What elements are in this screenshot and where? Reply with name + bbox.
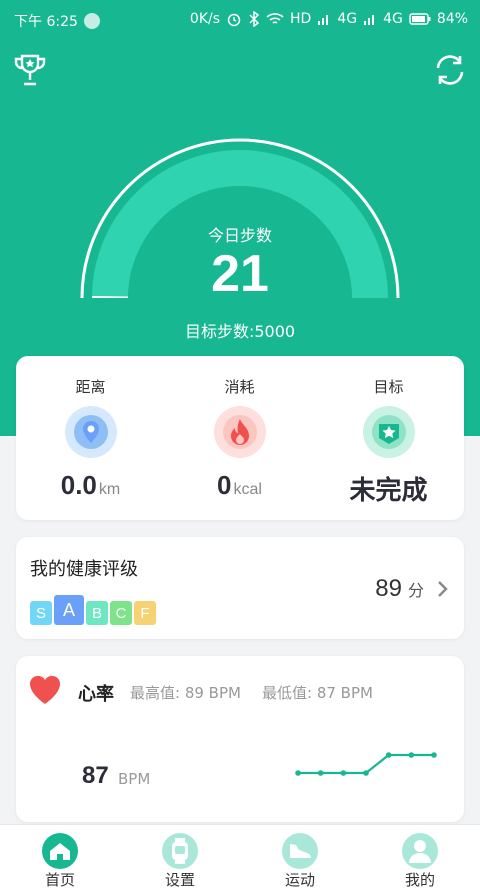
heart-rate-point: [340, 770, 347, 776]
daily-stats-card: 距离 0.0 km 消耗 0 kcal 目标 未完成: [16, 356, 464, 520]
battery-icon: [409, 13, 431, 25]
chevron-right-icon[interactable]: [436, 579, 450, 599]
network-hd: HD: [290, 11, 312, 27]
goal-stat: 目标 未完成: [314, 356, 463, 520]
calories-value: 0: [217, 470, 232, 500]
score-unit: 分: [407, 583, 424, 600]
network-4g-2: 4G: [383, 11, 403, 27]
tab-home-label: 首页: [44, 871, 75, 889]
watch-icon: [162, 833, 198, 869]
notification-icon: [83, 13, 100, 29]
tab-sport[interactable]: 运动: [240, 825, 360, 896]
today-steps-label: 今日步数: [207, 226, 272, 245]
heart-rate-point: [295, 770, 301, 776]
signal-icon: [317, 12, 331, 26]
heart-rate-point: [385, 752, 392, 758]
grade-scale: S A B C F: [30, 595, 156, 625]
location-pin-icon: [64, 406, 117, 458]
network-4g: 4G: [337, 11, 358, 27]
grade-f: F: [134, 601, 156, 625]
calories-label: 消耗: [224, 378, 255, 396]
distance-value: 0.0: [60, 470, 97, 500]
trophy-icon[interactable]: [12, 52, 48, 88]
distance-unit: km: [98, 481, 121, 498]
heart-rate-point: [317, 770, 324, 776]
flame-icon: [213, 406, 266, 458]
heart-rate-max: 最高值: 89 BPM: [130, 684, 241, 702]
heart-rate-point: [431, 752, 437, 758]
alarm-icon: [226, 11, 242, 27]
refresh-icon[interactable]: [432, 52, 468, 88]
star-badge-icon: [362, 406, 415, 458]
grade-c: C: [110, 601, 132, 625]
health-score: 89: [375, 575, 402, 602]
network-speed: 0K/s: [189, 11, 221, 27]
calories-unit: kcal: [233, 481, 262, 498]
tab-profile-label: 我的: [404, 871, 435, 889]
heart-rate-value: 87: [82, 762, 109, 789]
distance-label: 距离: [75, 378, 106, 396]
home-icon: [42, 833, 78, 869]
heart-rate-sparkline: [295, 752, 437, 776]
signal-icon: [363, 12, 377, 26]
status-time: 下午 6:25: [14, 14, 78, 30]
goal-steps: 目标步数:5000: [184, 322, 296, 341]
tab-settings[interactable]: 设置: [120, 825, 240, 896]
wifi-icon: [266, 12, 284, 26]
distance-stat: 距离 0.0 km: [16, 356, 165, 520]
health-rating-title: 我的健康评级: [30, 559, 138, 580]
health-rating-card[interactable]: 我的健康评级 S A B C F 89 分: [16, 537, 464, 639]
heart-rate-unit: BPM: [118, 770, 151, 788]
goal-status: 未完成: [349, 475, 428, 505]
heart-rate-min: 最低值: 87 BPM: [262, 684, 373, 702]
bluetooth-icon: [248, 11, 260, 27]
tab-home[interactable]: 首页: [0, 825, 120, 896]
calories-stat: 消耗 0 kcal: [165, 356, 314, 520]
heart-icon: [28, 674, 62, 706]
grade-s: S: [30, 601, 52, 625]
grade-a-selected: A: [54, 595, 84, 625]
heart-rate-card[interactable]: 心率 最高值: 89 BPM 最低值: 87 BPM 87 BPM: [16, 656, 464, 822]
grade-b: B: [86, 601, 108, 625]
battery-level: 84%: [436, 11, 468, 27]
goal-label: 目标: [373, 378, 404, 396]
shoe-icon: [282, 833, 318, 869]
heart-rate-point: [363, 770, 369, 776]
bottom-tab-bar: 首页 设置 运动 我的: [0, 824, 480, 896]
tab-settings-label: 设置: [164, 871, 195, 889]
heart-rate-title: 心率: [78, 684, 114, 705]
tab-sport-label: 运动: [284, 871, 315, 889]
heart-rate-point: [408, 752, 415, 758]
step-count: 21: [211, 245, 269, 303]
tab-profile[interactable]: 我的: [360, 825, 480, 896]
status-bar: 下午 6:25 0K/s HD 4G 4G 84%: [0, 0, 480, 40]
user-icon: [402, 833, 438, 869]
